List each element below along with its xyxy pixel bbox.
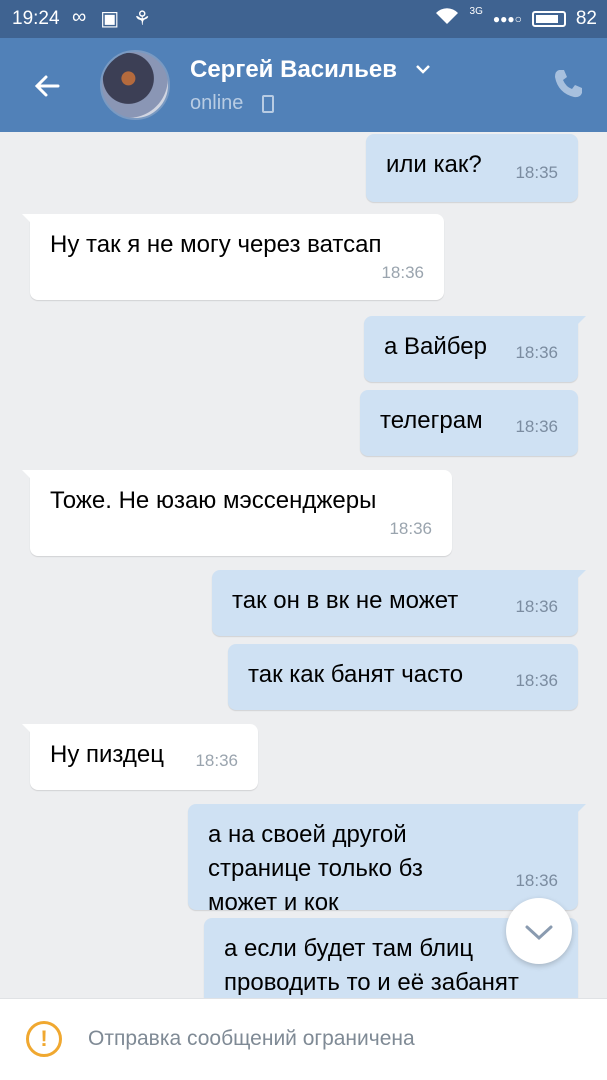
message-text: Тоже. Не юзаю мэссенджеры bbox=[50, 487, 377, 514]
share-icon: ⚘ bbox=[133, 8, 152, 30]
message-bubble[interactable]: так он в вк не может 18:36 bbox=[212, 570, 586, 636]
message-time: 18:36 bbox=[515, 871, 558, 890]
phone-icon bbox=[555, 70, 582, 98]
restriction-text: Отправка сообщений ограничена bbox=[88, 1027, 415, 1050]
message-time: 18:36 bbox=[381, 263, 424, 282]
message-text: Ну так я не могу через ватсап bbox=[50, 231, 382, 258]
message-text: а если будет там блиц проводить то и её … bbox=[224, 935, 519, 996]
message-time: 18:35 bbox=[515, 163, 558, 182]
mobile-icon bbox=[262, 95, 274, 113]
network-type: 3G bbox=[469, 6, 483, 17]
message-bubble[interactable]: Тоже. Не юзаю мэссенджеры 18:36 bbox=[22, 470, 452, 556]
battery-icon bbox=[531, 11, 566, 27]
wifi-icon bbox=[434, 6, 460, 32]
composer-restricted-bar: ! Отправка сообщений ограничена bbox=[0, 998, 607, 1080]
message-text: так он в вк не может bbox=[232, 587, 459, 614]
message-time: 18:36 bbox=[515, 671, 558, 690]
message-bubble[interactable]: а Вайбер 18:36 bbox=[364, 316, 586, 382]
back-button[interactable] bbox=[28, 66, 68, 106]
avatar[interactable] bbox=[100, 50, 170, 120]
contact-status: online bbox=[190, 92, 244, 114]
warning-icon: ! bbox=[26, 1021, 62, 1057]
message-bubble[interactable]: а на своей другой странице только бз мож… bbox=[188, 804, 586, 916]
message-time: 18:36 bbox=[515, 343, 558, 362]
message-text: телеграм bbox=[380, 407, 483, 434]
message-bubble[interactable]: Ну так я не могу через ватсап 18:36 bbox=[22, 214, 444, 300]
message-text: так как банят часто bbox=[248, 661, 464, 688]
scroll-down-button[interactable] bbox=[506, 898, 572, 964]
message-text: а Вайбер bbox=[384, 333, 487, 360]
contact-name[interactable]: Сергей Васильев bbox=[190, 56, 397, 84]
status-time: 19:24 bbox=[12, 8, 60, 29]
infinity-icon: ∞ bbox=[72, 6, 87, 28]
message-time: 18:36 bbox=[195, 751, 238, 770]
message-bubble[interactable]: телеграм 18:36 bbox=[360, 390, 578, 456]
arrow-left-icon bbox=[34, 75, 60, 97]
chevron-down-icon bbox=[525, 925, 553, 941]
status-bar: 19:24 ∞ ▣ ⚘ 3G ●●●○ 82 bbox=[0, 0, 607, 38]
call-button[interactable] bbox=[550, 66, 586, 102]
message-list[interactable]: или как? 18:35 Ну так я не могу через ва… bbox=[0, 132, 607, 998]
gallery-icon: ▣ bbox=[100, 8, 120, 30]
battery-level: 82 bbox=[575, 8, 597, 29]
message-bubble[interactable]: так как банят часто 18:36 bbox=[228, 644, 578, 710]
message-bubble[interactable]: или как? 18:35 bbox=[366, 134, 578, 202]
message-text: или как? bbox=[386, 151, 482, 178]
chat-header: Сергей Васильев online bbox=[0, 38, 607, 132]
message-time: 18:36 bbox=[515, 417, 558, 436]
chevron-down-icon[interactable] bbox=[414, 60, 432, 83]
message-text: Ну пиздец bbox=[50, 741, 164, 768]
message-time: 18:36 bbox=[389, 519, 432, 538]
signal-icon: ●●●○ bbox=[492, 12, 522, 26]
message-time: 18:36 bbox=[515, 597, 558, 616]
message-text: а на своей другой странице только бз мож… bbox=[208, 821, 423, 916]
message-bubble[interactable]: Ну пиздец 18:36 bbox=[22, 724, 258, 790]
